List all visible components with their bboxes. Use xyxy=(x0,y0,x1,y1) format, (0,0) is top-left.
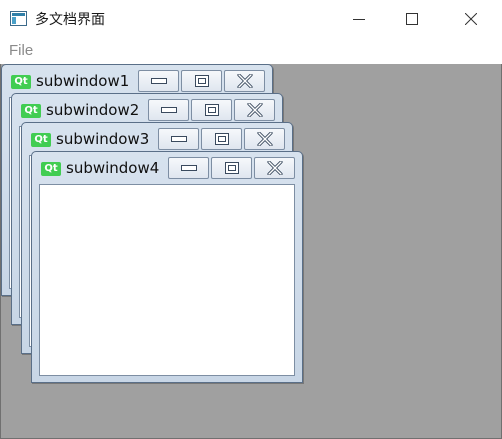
restore-icon xyxy=(194,75,209,87)
subwindow-4[interactable]: Qt subwindow4 xyxy=(31,151,303,383)
subwindow-minimize-button[interactable] xyxy=(168,157,209,179)
restore-icon xyxy=(204,104,219,116)
close-icon xyxy=(246,103,263,117)
subwindow-close-button[interactable] xyxy=(224,70,265,92)
app-window-icon xyxy=(10,11,27,26)
close-icon xyxy=(266,161,283,175)
subwindow-title: subwindow3 xyxy=(56,130,150,148)
close-icon xyxy=(236,74,253,88)
minimize-icon xyxy=(160,107,177,113)
menubar: File xyxy=(0,38,502,64)
close-icon xyxy=(465,13,477,25)
subwindow-maximize-button[interactable] xyxy=(191,99,232,121)
subwindow-maximize-button[interactable] xyxy=(181,70,222,92)
maximize-icon xyxy=(406,13,418,25)
menu-file[interactable]: File xyxy=(9,42,33,59)
subwindow-title: subwindow4 xyxy=(66,159,160,177)
window-title: 多文档界面 xyxy=(35,12,105,28)
subwindow-maximize-button[interactable] xyxy=(201,128,242,150)
qt-logo-icon: Qt xyxy=(21,104,41,118)
maximize-button[interactable] xyxy=(389,0,435,38)
close-button[interactable] xyxy=(448,0,494,38)
subwindow-minimize-button[interactable] xyxy=(138,70,179,92)
subwindow-maximize-button[interactable] xyxy=(211,157,252,179)
subwindow-titlebar[interactable]: Qt subwindow4 xyxy=(32,152,302,182)
minimize-icon xyxy=(150,78,167,84)
subwindow-minimize-button[interactable] xyxy=(158,128,199,150)
subwindow-minimize-button[interactable] xyxy=(148,99,189,121)
minimize-button[interactable] xyxy=(336,0,382,38)
subwindow-title: subwindow1 xyxy=(36,72,130,90)
minimize-icon xyxy=(170,136,187,142)
minimize-icon xyxy=(180,165,197,171)
qt-logo-icon: Qt xyxy=(11,75,31,89)
subwindow-close-button[interactable] xyxy=(254,157,295,179)
restore-icon xyxy=(224,162,239,174)
subwindow-titlebar[interactable]: Qt subwindow3 xyxy=(22,123,292,153)
restore-icon xyxy=(214,133,229,145)
subwindow-client-area[interactable] xyxy=(39,184,295,376)
subwindow-title: subwindow2 xyxy=(46,101,140,119)
mdi-area[interactable]: Qt subwindow1 Qt subwindow2 Qt subwindow… xyxy=(0,64,502,439)
subwindow-close-button[interactable] xyxy=(234,99,275,121)
close-icon xyxy=(256,132,273,146)
window-titlebar: 多文档界面 xyxy=(0,0,502,38)
qt-logo-icon: Qt xyxy=(41,162,61,176)
subwindow-titlebar[interactable]: Qt subwindow1 xyxy=(2,65,272,95)
subwindow-titlebar[interactable]: Qt subwindow2 xyxy=(12,94,282,124)
minimize-icon xyxy=(353,19,365,20)
subwindow-close-button[interactable] xyxy=(244,128,285,150)
qt-logo-icon: Qt xyxy=(31,133,51,147)
